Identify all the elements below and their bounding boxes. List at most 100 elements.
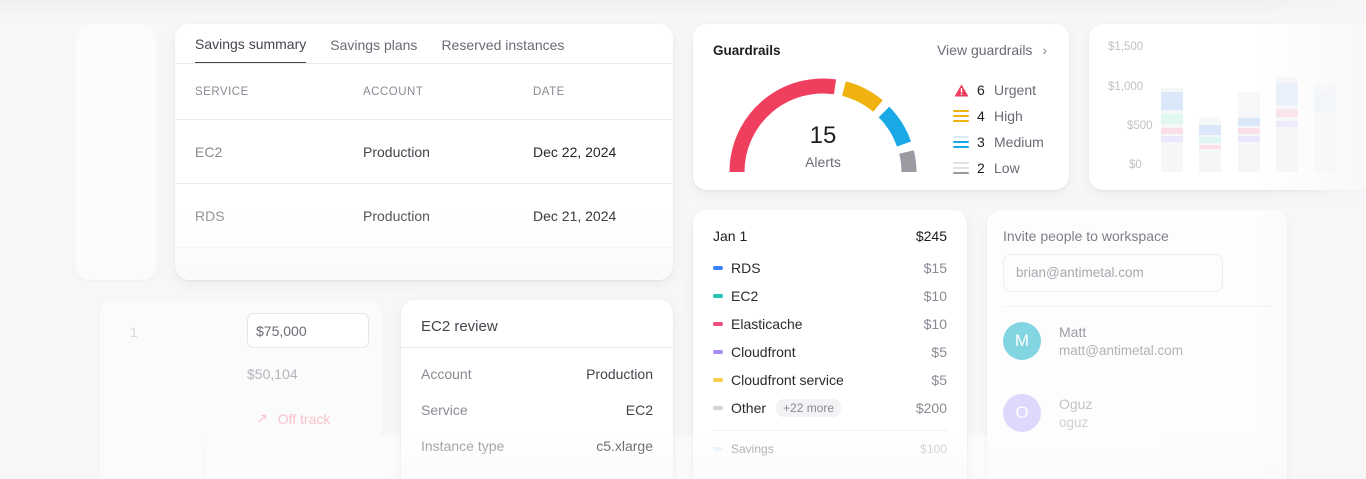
medium-count: 3 <box>977 134 985 150</box>
y-tick: $0 <box>1129 159 1142 171</box>
service-amount: $15 <box>923 260 947 276</box>
service-amount: $10 <box>923 288 947 304</box>
cell-account: Production <box>363 143 430 160</box>
high-count: 4 <box>977 108 985 124</box>
detail-value: Production <box>586 366 653 382</box>
avatar: O <box>1003 394 1041 432</box>
column-date[interactable]: DATE <box>533 86 663 98</box>
email-field[interactable]: brian@antimetal.com <box>1003 254 1223 292</box>
service-amount: $5 <box>931 344 947 360</box>
avatar: M <box>1003 322 1041 360</box>
bar <box>1161 88 1183 172</box>
table-row[interactable]: RDS Production Dec 21, 2024 <box>175 184 673 248</box>
service-amount: $5 <box>931 372 947 388</box>
service-name: EC2 <box>731 288 759 304</box>
service-amount: $200 <box>915 400 947 416</box>
list-item[interactable]: Elasticache $10 <box>713 310 947 338</box>
trend-icon: ↗ <box>256 410 268 426</box>
invite-title: Invite people to workspace <box>1003 228 1169 244</box>
cell-service: RDS <box>195 207 225 224</box>
high-label: High <box>994 108 1023 124</box>
member-row[interactable]: M Matt matt@antimetal.com <box>1003 322 1183 360</box>
warning-icon <box>953 83 969 97</box>
service-name: Cloudfront <box>731 344 796 360</box>
legend-urgent[interactable]: 6 Urgent <box>953 77 1044 103</box>
low-severity-icon <box>953 162 969 174</box>
y-tick: $1,500 <box>1108 41 1144 53</box>
detail-row: Service EC2 <box>401 392 673 428</box>
view-guardrails-label: View guardrails <box>936 42 1033 58</box>
medium-label: Medium <box>994 134 1044 150</box>
savings-tabs: Savings summary Savings plans Reserved i… <box>175 24 673 64</box>
detail-key: Service <box>421 402 468 418</box>
tab-reserved-instances[interactable]: Reserved instances <box>441 37 564 63</box>
view-guardrails-link[interactable]: View guardrails › <box>937 42 1047 58</box>
urgent-count: 6 <box>977 82 985 98</box>
series-dot <box>713 322 723 326</box>
detail-key: Instance type <box>421 438 505 454</box>
series-dot <box>713 294 723 298</box>
member-row[interactable]: O Oguz oguz <box>1003 394 1092 432</box>
detail-row: Instance type c5.xlarge <box>401 428 673 464</box>
gauge-medium <box>878 106 912 147</box>
guardrails-card: Guardrails View guardrails › 15 Alerts 6… <box>693 24 1069 190</box>
right-fade <box>1256 0 1366 479</box>
left-edge-card <box>75 24 157 280</box>
series-dot <box>713 447 723 451</box>
member-email: matt@antimetal.com <box>1059 343 1183 358</box>
budget-status: ↗ Off track <box>256 410 330 427</box>
column-account[interactable]: ACCOUNT <box>363 86 533 98</box>
savings-label: Savings <box>731 442 774 456</box>
severity-legend: 6 Urgent 4 High 3 Medium 2 Low <box>953 77 1044 181</box>
series-dot <box>713 350 723 354</box>
detail-value: EC2 <box>625 402 653 418</box>
legend-medium[interactable]: 3 Medium <box>953 129 1044 155</box>
budget-amount-input[interactable]: $75,000 <box>247 313 369 348</box>
top-fade <box>0 0 1366 18</box>
savings-amount: $100 <box>920 442 947 456</box>
chevron-right-icon: › <box>1042 42 1047 58</box>
low-label: Low <box>994 160 1020 176</box>
list-item[interactable]: RDS $15 <box>713 254 947 282</box>
low-count: 2 <box>977 160 985 176</box>
series-dot <box>713 406 723 410</box>
tab-savings-summary[interactable]: Savings summary <box>195 36 307 63</box>
service-name: Cloudfront service <box>731 372 844 388</box>
table-row[interactable]: EC2 Production Dec 22, 2024 <box>175 120 673 184</box>
service-name: RDS <box>731 260 761 276</box>
series-dot <box>713 266 723 270</box>
list-item[interactable]: EC2 $10 <box>713 282 947 310</box>
gauge-high <box>841 81 883 112</box>
guardrails-title: Guardrails <box>713 43 781 58</box>
medium-severity-icon <box>953 136 969 148</box>
ec2-review-card: EC2 review Account Production Service EC… <box>401 300 673 479</box>
daily-cost-header: Jan 1 $245 <box>693 210 967 244</box>
urgent-label: Urgent <box>994 82 1037 98</box>
bar <box>1199 117 1221 172</box>
legend-low[interactable]: 2 Low <box>953 155 1044 181</box>
cost-breakdown: RDS $15 EC2 $10 Elasticache $10 Cloudfront $… <box>693 244 967 463</box>
detail-value: c5.xlarge <box>596 438 653 454</box>
member-email: oguz <box>1059 415 1089 430</box>
detail-key: Account <box>421 366 472 382</box>
cell-date: Dec 21, 2024 <box>533 207 617 224</box>
member-name: Oguz <box>1059 396 1093 412</box>
invite-card: Invite people to workspace brian@antimet… <box>987 210 1287 479</box>
member-name: Matt <box>1059 324 1087 340</box>
list-item[interactable]: Cloudfront service $5 <box>713 366 947 394</box>
savings-card: Savings summary Savings plans Reserved i… <box>175 24 673 280</box>
detail-row: Account Production <box>401 356 673 392</box>
tab-savings-plans[interactable]: Savings plans <box>330 37 417 63</box>
more-pill[interactable]: +22 more <box>776 399 842 417</box>
cell-date: Dec 22, 2024 <box>533 143 617 160</box>
cost-date: Jan 1 <box>713 228 748 244</box>
service-name: Other <box>731 400 767 416</box>
y-tick: $500 <box>1127 120 1153 132</box>
column-service[interactable]: SERVICE <box>195 86 363 98</box>
list-item[interactable]: Other +22 more $200 <box>713 394 947 422</box>
y-tick: $1,000 <box>1108 81 1144 93</box>
list-item[interactable]: Cloudfront $5 <box>713 338 947 366</box>
cost-total: $245 <box>915 228 947 244</box>
table-header: SERVICE ACCOUNT DATE <box>175 64 673 120</box>
legend-high[interactable]: 4 High <box>953 103 1044 129</box>
